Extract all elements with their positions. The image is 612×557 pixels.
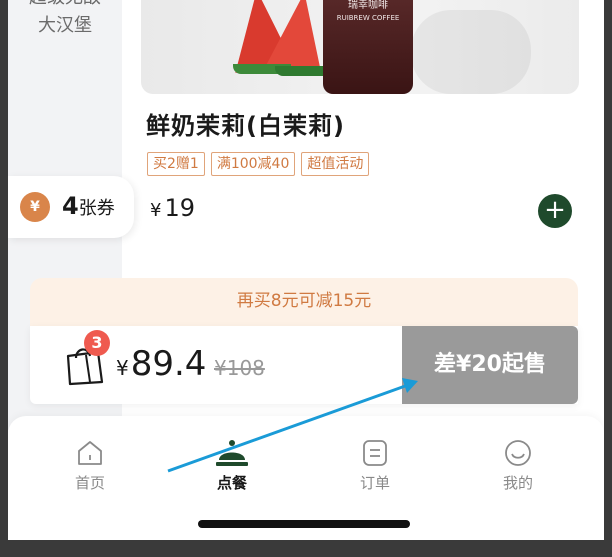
original-price: ¥108 <box>214 356 265 380</box>
coupon-button[interactable]: ¥ 4张券 <box>8 176 134 238</box>
coupon-unit: 张券 <box>78 198 115 219</box>
tab-label: 点餐 <box>216 474 247 492</box>
cup-logo-cn: 瑞幸咖啡 <box>348 0 388 11</box>
sidebar-category-label-1[interactable]: 超级无敌 <box>8 0 122 10</box>
ticket-icon: ¥ <box>20 192 50 222</box>
drink-cup-image: 瑞幸咖啡 RUIBREW COFFEE <box>323 0 413 94</box>
total-value: 89.4 <box>130 344 207 384</box>
product-name[interactable]: 鲜奶茉莉(白茉莉) <box>146 106 345 141</box>
cup-logo-en: RUIBREW COFFEE <box>336 14 400 22</box>
tab-home[interactable]: 首页 <box>50 438 130 493</box>
tab-me[interactable]: 我的 <box>478 438 558 493</box>
app-screen: 超级无敌 大汉堡 瑞幸咖啡 RUIBREW COFFEE 鲜奶茉莉(白茉莉) 买… <box>8 0 604 540</box>
price-value: 19 <box>164 194 195 222</box>
image-shadow <box>411 10 531 94</box>
cart-bar: 3 ¥89.4 ¥108 差¥20起售 <box>30 326 578 404</box>
cup-logo: 瑞幸咖啡 RUIBREW COFFEE <box>323 0 413 24</box>
tab-label: 订单 <box>359 474 390 492</box>
tab-orders[interactable]: 订单 <box>335 438 415 493</box>
product-price: ¥19 <box>150 194 195 222</box>
smile-icon <box>505 440 531 466</box>
tab-label: 我的 <box>502 474 533 492</box>
bottom-tab-bar: 首页 点餐 订单 我的 <box>8 416 604 540</box>
order-icon <box>363 440 387 466</box>
cart-count-badge: 3 <box>84 330 110 356</box>
coupon-count: 4张券 <box>62 192 115 220</box>
promo-tag: 超值活动 <box>301 152 370 176</box>
home-icon <box>78 441 102 465</box>
home-indicator[interactable] <box>198 520 410 528</box>
checkout-button[interactable]: 差¥20起售 <box>402 326 578 404</box>
currency-symbol: ¥ <box>150 200 162 221</box>
tab-order-food[interactable]: 点餐 <box>192 438 272 493</box>
sidebar-category-label-2[interactable]: 大汉堡 <box>8 14 122 38</box>
tab-label: 首页 <box>74 474 105 492</box>
add-to-cart-button[interactable]: + <box>538 194 572 228</box>
promo-tag: 满100减40 <box>210 152 296 176</box>
product-image[interactable]: 瑞幸咖啡 RUIBREW COFFEE <box>141 0 579 94</box>
coupon-number: 4 <box>62 192 79 220</box>
currency-symbol: ¥ <box>116 356 129 380</box>
promo-banner: 再买8元可减15元 <box>30 278 578 326</box>
promo-tags: 买2赠1 满100减40 超值活动 <box>147 152 370 176</box>
cloche-icon <box>216 440 248 466</box>
cart-total: ¥89.4 <box>116 344 206 384</box>
promo-tag: 买2赠1 <box>147 152 205 176</box>
